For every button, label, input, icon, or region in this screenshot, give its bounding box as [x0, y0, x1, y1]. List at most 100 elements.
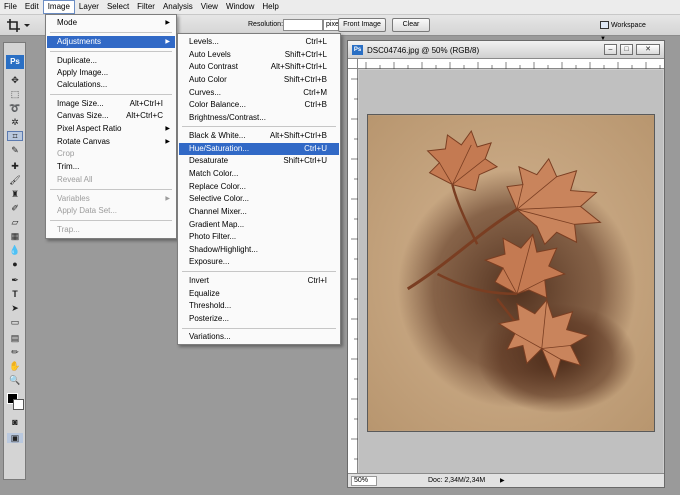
menu-item-adjustments[interactable]: Adjustments ▶ [47, 36, 175, 48]
menu-item-apply-data-set: Apply Data Set... [57, 206, 118, 215]
menu-item-reveal-all: Reveal All [57, 175, 93, 184]
resolution-input[interactable] [283, 19, 323, 31]
menu-divider [50, 32, 172, 33]
lasso-tool-icon[interactable]: ➰ [7, 103, 23, 113]
menu-divider [50, 189, 172, 190]
menu-item-selective-color[interactable]: Selective Color... [179, 193, 339, 205]
marquee-tool-icon[interactable]: ⬚ [7, 89, 23, 99]
blur-tool-icon[interactable]: 💧 [7, 245, 23, 255]
dodge-tool-icon[interactable]: ● [7, 259, 23, 269]
menu-item-color-balance[interactable]: Color Balance... Ctrl+B [179, 99, 339, 111]
clone-stamp-icon[interactable]: ♜ [7, 189, 23, 199]
menu-item-image-size[interactable]: Image Size... Alt+Ctrl+I [47, 98, 175, 110]
adjustments-submenu: Levels... Ctrl+L Auto Levels Shift+Ctrl+L … [177, 33, 341, 345]
menu-item-posterize[interactable]: Posterize... [179, 313, 339, 325]
vertical-ruler-ticks [351, 78, 358, 460]
pen-tool-icon[interactable]: ✒ [7, 275, 23, 285]
menu-item-pixel-aspect-ratio[interactable]: Pixel Aspect Ratio ▶ [47, 123, 175, 135]
menu-item-threshold[interactable]: Threshold... [179, 300, 339, 312]
menu-item-photo-filter[interactable]: Photo Filter... [179, 231, 339, 243]
menu-item-auto-color[interactable]: Auto Color Shift+Ctrl+B [179, 74, 339, 86]
move-tool-icon[interactable]: ✥ [7, 75, 23, 85]
magic-wand-tool-icon[interactable]: ✲ [7, 117, 23, 127]
close-button[interactable]: ✕ [636, 44, 660, 55]
ruler-origin[interactable] [348, 59, 358, 69]
healing-brush-icon[interactable]: ✚ [7, 161, 23, 171]
menu-item-duplicate[interactable]: Duplicate... [47, 55, 175, 67]
menu-item-mode[interactable]: Mode ▶ [47, 17, 175, 29]
menu-item-gradient-map[interactable]: Gradient Map... [179, 219, 339, 231]
menu-edit[interactable]: Edit [21, 0, 43, 14]
menu-item-variations[interactable]: Variations... [179, 331, 339, 343]
menu-item-black-white[interactable]: Black & White... Alt+Shift+Ctrl+B [179, 130, 339, 142]
menu-item-canvas-size[interactable]: Canvas Size... Alt+Ctrl+C [47, 110, 175, 122]
menu-view[interactable]: View [197, 0, 222, 14]
minimize-button[interactable]: – [604, 44, 617, 55]
menu-item-equalize[interactable]: Equalize [179, 288, 339, 300]
history-brush-icon[interactable]: ✐ [7, 203, 23, 213]
menu-item-auto-levels[interactable]: Auto Levels Shift+Ctrl+L [179, 49, 339, 61]
submenu-arrow-icon: ▶ [165, 20, 170, 26]
menu-item-auto-contrast[interactable]: Auto Contrast Alt+Shift+Ctrl+L [179, 61, 339, 73]
zoom-tool-icon[interactable]: 🔍 [7, 375, 23, 385]
canvas-area[interactable] [359, 70, 663, 473]
menu-analysis[interactable]: Analysis [159, 0, 197, 14]
rectangle-tool-icon[interactable]: ▭ [7, 317, 23, 327]
menu-item-levels[interactable]: Levels... Ctrl+L [179, 36, 339, 48]
menu-divider [50, 51, 172, 52]
gradient-tool-icon[interactable]: ▦ [7, 231, 23, 241]
menu-help[interactable]: Help [258, 0, 282, 14]
menu-item-curves[interactable]: Curves... Ctrl+M [179, 87, 339, 99]
type-tool-icon[interactable]: T [7, 289, 23, 299]
workspace-switcher[interactable]: Workspace ▼ [600, 19, 650, 42]
menu-divider [182, 328, 336, 329]
maximize-button[interactable]: □ [620, 44, 633, 55]
submenu-arrow-icon: ▶ [165, 196, 170, 202]
menu-file[interactable]: File [0, 0, 21, 14]
clear-button[interactable]: Clear [392, 18, 430, 32]
notes-tool-icon[interactable]: ▤ [7, 333, 23, 343]
eyedropper-tool-icon[interactable]: ✏ [7, 347, 23, 357]
crop-tool-preset[interactable] [6, 18, 30, 33]
menu-item-desaturate[interactable]: Desaturate Shift+Ctrl+U [179, 155, 339, 167]
path-selection-icon[interactable]: ➤ [7, 303, 23, 313]
photoshop-logo: Ps [6, 55, 24, 69]
document-title-bar[interactable]: Ps DSC04746.jpg @ 50% (RGB/8) – □ ✕ [348, 41, 664, 59]
hand-tool-icon[interactable]: ✋ [7, 361, 23, 371]
toolbox: Ps ✥ ⬚ ➰ ✲ ⌗ ✎ ✚ 🖌 ♜ ✐ ▱ ▦ 💧 ● ✒ T ➤ ▭ ▤… [3, 42, 26, 480]
background-color-swatch[interactable] [13, 399, 24, 410]
chevron-right-icon[interactable]: ▶ [500, 477, 505, 484]
menu-item-rotate-canvas[interactable]: Rotate Canvas ▶ [47, 136, 175, 148]
menu-item-invert[interactable]: Invert Ctrl+I [179, 275, 339, 287]
menu-item-apply-image[interactable]: Apply Image... [47, 67, 175, 79]
menu-item-channel-mixer[interactable]: Channel Mixer... [179, 206, 339, 218]
menu-item-trim[interactable]: Trim... [47, 161, 175, 173]
menu-item-trap: Trap... [57, 225, 80, 234]
crop-tool-icon[interactable]: ⌗ [7, 131, 23, 141]
brush-tool-icon[interactable]: 🖌 [7, 175, 23, 185]
menu-item-crop: Crop [57, 149, 75, 158]
menu-item-exposure[interactable]: Exposure... [179, 256, 339, 268]
menu-image[interactable]: Image [42, 0, 75, 14]
menu-divider [182, 126, 336, 127]
menu-filter[interactable]: Filter [133, 0, 159, 14]
leaf-artwork-image [367, 114, 655, 432]
menu-item-hue-saturation[interactable]: Hue/Saturation... Ctrl+U [179, 143, 339, 155]
quick-mask-icon[interactable]: ◙ [7, 417, 23, 427]
menu-item-brightness-contrast[interactable]: Brightness/Contrast... [179, 112, 339, 124]
menu-item-replace-color[interactable]: Replace Color... [179, 181, 339, 193]
menu-select[interactable]: Select [103, 0, 133, 14]
screen-mode-icon[interactable]: ▣ [7, 433, 23, 443]
zoom-level-field[interactable]: 50% [351, 476, 377, 486]
menu-window[interactable]: Window [222, 0, 258, 14]
menu-item-shadow-highlight[interactable]: Shadow/Highlight... [179, 244, 339, 256]
vertical-ruler[interactable] [348, 69, 358, 473]
document-ps-icon: Ps [352, 45, 363, 55]
menu-item-calculations[interactable]: Calculations... [47, 79, 175, 91]
menu-layer[interactable]: Layer [75, 0, 103, 14]
eraser-tool-icon[interactable]: ▱ [7, 217, 23, 227]
menu-item-match-color[interactable]: Match Color... [179, 168, 339, 180]
slice-tool-icon[interactable]: ✎ [7, 145, 23, 155]
front-image-button[interactable]: Front Image [338, 18, 386, 32]
horizontal-ruler[interactable] [358, 59, 664, 69]
